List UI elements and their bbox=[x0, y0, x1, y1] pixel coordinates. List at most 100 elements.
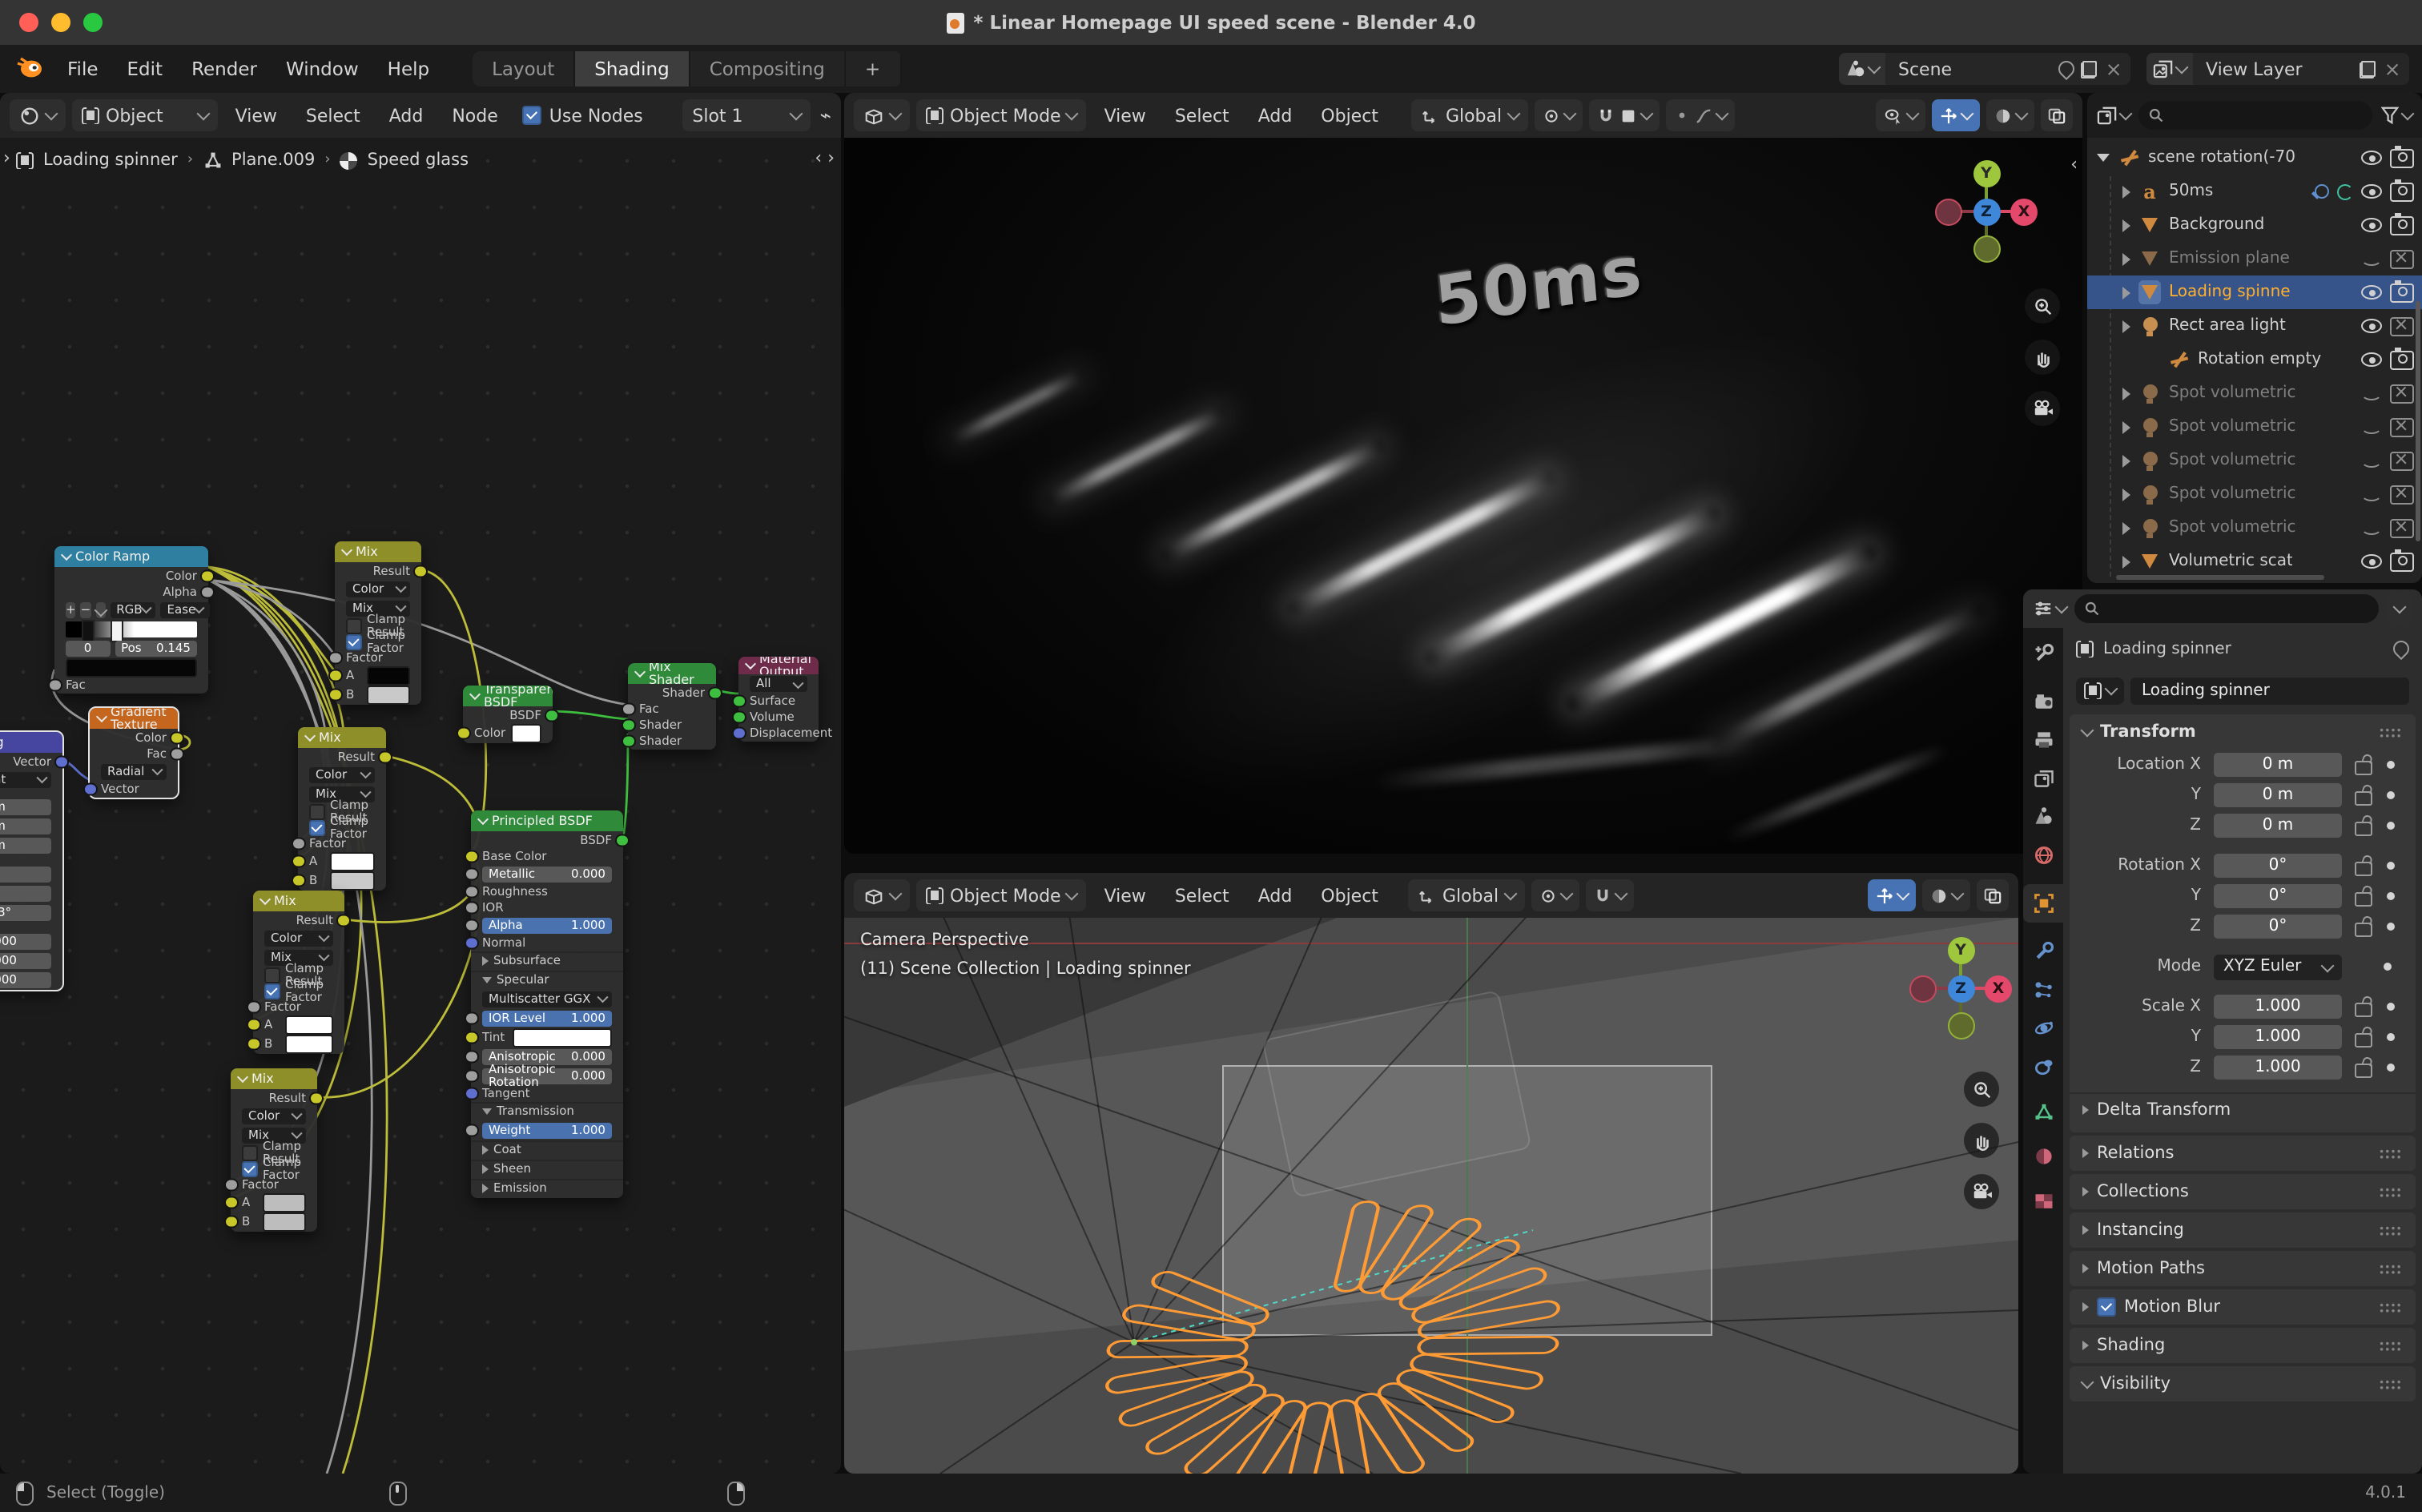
hide-toggle[interactable] bbox=[2361, 352, 2382, 367]
outliner-row[interactable]: Emission plane bbox=[2087, 242, 2422, 275]
scene-icon[interactable] bbox=[1839, 53, 1885, 85]
location-y-field[interactable]: 0 m bbox=[2214, 783, 2342, 807]
view-layer-icon[interactable] bbox=[2146, 53, 2193, 85]
tab-physics[interactable] bbox=[2023, 1009, 2063, 1048]
lock-icon[interactable] bbox=[2355, 1063, 2372, 1077]
socket-bsdf-output[interactable] bbox=[545, 709, 559, 722]
tab-tool[interactable] bbox=[2023, 634, 2063, 673]
animate-dot[interactable] bbox=[2387, 822, 2395, 830]
socket-displacement-input[interactable] bbox=[732, 726, 746, 740]
menu-view[interactable]: View bbox=[1093, 105, 1157, 126]
specular-section[interactable]: Specular bbox=[471, 971, 623, 988]
node-mix-1[interactable]: Mix Result Color Mix Clamp Result Clamp … bbox=[335, 541, 421, 705]
outliner-row[interactable]: Rotation empty bbox=[2087, 343, 2422, 376]
panel-visibility[interactable]: Visibility bbox=[2070, 1366, 2416, 1401]
tab-world[interactable] bbox=[2023, 836, 2063, 875]
panel-motion-paths[interactable]: Motion Paths bbox=[2070, 1251, 2416, 1286]
navigation-gizmo[interactable]: Y X Z bbox=[1935, 160, 2038, 263]
location-x-field[interactable]: 0 m bbox=[0, 798, 51, 814]
node-mix-2[interactable]: Mix Result Color Mix Clamp Result Clamp … bbox=[298, 727, 386, 891]
mapping-type-dropdown[interactable]: Point bbox=[0, 771, 51, 787]
use-nodes-toggle[interactable]: Use Nodes bbox=[522, 105, 643, 126]
rotation-y-field[interactable]: 0° bbox=[2214, 884, 2342, 908]
socket-fac-output[interactable] bbox=[171, 747, 184, 761]
lock-icon[interactable] bbox=[2355, 1032, 2372, 1047]
camera-view[interactable]: Camera Perspective (11) Scene Collection… bbox=[844, 918, 2018, 1474]
zoom-button[interactable] bbox=[1964, 1072, 1999, 1107]
animate-dot[interactable] bbox=[2384, 963, 2392, 971]
new-scene-button[interactable] bbox=[2081, 60, 2097, 78]
outliner-row[interactable]: Spot volumetric bbox=[2087, 410, 2422, 444]
axis-z[interactable]: Z bbox=[1947, 975, 1974, 1002]
scrollbar-horizontal[interactable] bbox=[2116, 575, 2324, 580]
sidebar-toggle-icon[interactable]: ‹ bbox=[2070, 154, 2078, 175]
tab-view-layer[interactable] bbox=[2023, 759, 2063, 798]
menu-add[interactable]: Add bbox=[1247, 105, 1304, 126]
axis-x-negative[interactable] bbox=[1935, 198, 1962, 225]
data-type-dropdown[interactable]: Color bbox=[346, 581, 410, 597]
pin-icon[interactable] bbox=[2055, 58, 2078, 80]
axis-y[interactable]: Y bbox=[1947, 937, 1974, 964]
axis-y-negative[interactable] bbox=[1947, 1012, 1974, 1040]
ramp-stop-black[interactable] bbox=[82, 619, 95, 641]
color-ramp-gradient[interactable] bbox=[66, 621, 197, 637]
editor-type-button[interactable] bbox=[10, 99, 66, 131]
transform-panel-header[interactable]: Transform bbox=[2070, 714, 2416, 750]
properties-search-input[interactable] bbox=[2074, 594, 2379, 623]
color-b-swatch[interactable] bbox=[330, 871, 375, 890]
transform-orientation-dropdown[interactable]: Global bbox=[1409, 879, 1524, 911]
menu-select[interactable]: Select bbox=[1164, 885, 1241, 906]
data-type-dropdown[interactable]: Color bbox=[264, 930, 333, 946]
use-nodes-checkbox[interactable] bbox=[522, 106, 541, 125]
mode-dropdown[interactable]: Object Mode bbox=[916, 879, 1087, 911]
tab-render[interactable] bbox=[2023, 682, 2063, 721]
tab-layout[interactable]: Layout bbox=[473, 51, 575, 86]
socket-result[interactable] bbox=[337, 914, 351, 927]
rotation-y-field[interactable]: 0° bbox=[0, 885, 51, 901]
tab-object-data[interactable] bbox=[2023, 1092, 2063, 1131]
animate-dot[interactable] bbox=[2387, 1064, 2395, 1072]
axis-y-negative[interactable] bbox=[1973, 235, 2000, 263]
disable-render-toggle[interactable] bbox=[2390, 148, 2414, 167]
animate-dot[interactable] bbox=[2387, 862, 2395, 870]
panel-shading[interactable]: Shading bbox=[2070, 1328, 2416, 1363]
stop-position-field[interactable]: Pos0.145 bbox=[115, 640, 197, 656]
clamp-factor-checkbox[interactable] bbox=[309, 819, 325, 835]
outliner-row[interactable]: Spot volumetric bbox=[2087, 444, 2422, 477]
hide-toggle[interactable] bbox=[2361, 487, 2382, 501]
tab-compositing[interactable]: Compositing bbox=[690, 51, 846, 86]
transmission-section[interactable]: Transmission bbox=[471, 1102, 623, 1120]
node-canvas[interactable]: Loading spinner › Plane.009 › Speed glas… bbox=[0, 138, 841, 1474]
unlink-scene-button[interactable] bbox=[2106, 62, 2121, 76]
color-mode-dropdown[interactable]: RGB bbox=[110, 601, 155, 617]
hide-toggle[interactable] bbox=[2361, 319, 2382, 333]
hide-toggle[interactable] bbox=[2361, 554, 2382, 569]
disable-render-toggle[interactable] bbox=[2390, 552, 2414, 571]
editor-type-button[interactable] bbox=[854, 99, 910, 131]
outliner-row[interactable]: scene rotation(-70 bbox=[2087, 141, 2422, 175]
clamp-factor-checkbox[interactable] bbox=[242, 1160, 258, 1176]
disable-render-toggle[interactable] bbox=[2390, 182, 2414, 201]
socket-volume-input[interactable] bbox=[732, 710, 746, 724]
tab-object[interactable] bbox=[2023, 884, 2063, 923]
location-z-field[interactable]: 0 m bbox=[0, 837, 51, 853]
lock-icon[interactable] bbox=[2355, 922, 2372, 936]
menu-edit[interactable]: Edit bbox=[113, 58, 178, 80]
rotation-mode-dropdown[interactable]: XYZ Euler bbox=[2214, 954, 2342, 979]
socket-factor[interactable] bbox=[328, 651, 342, 665]
socket-shader1-input[interactable] bbox=[622, 718, 635, 732]
snap-controls[interactable] bbox=[1585, 879, 1633, 911]
outliner-row[interactable]: Spot volumetric bbox=[2087, 477, 2422, 511]
scene-selector[interactable]: Scene bbox=[1839, 53, 2130, 85]
output-target-dropdown[interactable]: All bbox=[750, 676, 807, 692]
disable-render-toggle[interactable] bbox=[2390, 283, 2414, 302]
socket-factor[interactable] bbox=[292, 837, 305, 850]
outliner-search-input[interactable] bbox=[2138, 101, 2372, 130]
transmission-weight-slider[interactable]: Weight1.000 bbox=[482, 1122, 612, 1138]
color-b-swatch[interactable] bbox=[263, 1212, 306, 1231]
data-type-dropdown[interactable]: Color bbox=[242, 1108, 306, 1124]
menu-node[interactable]: Node bbox=[441, 105, 509, 126]
titlebar[interactable]: * Linear Homepage UI speed scene - Blend… bbox=[0, 0, 2422, 45]
color-a-swatch[interactable] bbox=[367, 666, 410, 685]
axis-x[interactable]: X bbox=[2010, 198, 2038, 225]
